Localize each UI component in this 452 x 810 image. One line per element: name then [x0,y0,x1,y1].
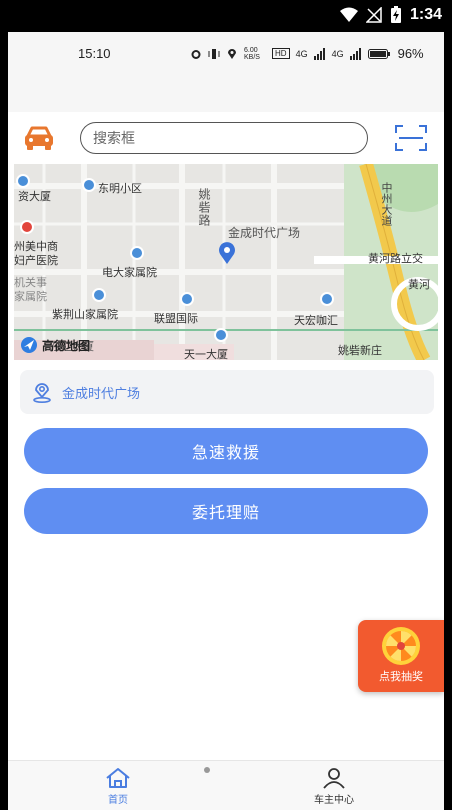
lottery-widget[interactable]: 点我抽奖 [358,620,444,692]
map-label-zidasha: 资大厦 [18,190,51,203]
car-icon[interactable] [22,124,56,152]
poi-dongming[interactable] [82,178,96,192]
map-label-dianda: 电大家属院 [102,266,157,279]
map-logo-text: 高德地图 [42,338,91,353]
current-location-name: 金成时代广场 [62,386,141,402]
vibrate-icon [208,48,220,59]
map-label-huanghe-road: 黄河路立交 [368,252,423,265]
signal-bars-icon-2 [349,47,361,60]
inner-status-time: 15:10 [78,46,111,61]
signal-4g-1: 4G [295,48,308,59]
battery-charging-icon [390,6,401,23]
map-label-huanghe: 黄河 [408,278,430,291]
map-label-tianyi: 天一大厦 [184,348,228,360]
current-location-card[interactable]: 金成时代广场 [20,370,434,414]
nav-home[interactable]: 首页 [78,767,158,806]
signal-4g-2: 4G [331,48,344,59]
map-label-tianhong: 天宏咖汇 [294,314,338,327]
nav-indicator-dot [204,767,210,773]
bottom-nav: 首页 车主中心 [8,760,444,810]
system-status-bar: 1:34 [0,0,452,32]
map-label-jincheng: 金成时代广场 [228,226,301,240]
location-icon [228,48,236,59]
inner-status-icons: 6.00 KB/S HD 4G 4G 96% [190,46,424,61]
map-label-yaoxiang: 姚砦路 [197,188,211,227]
amap-logo-icon [21,337,37,353]
app-screen: 15:10 6.00 KB/S HD 4G 4G 96% 搜索框 东明小区 资大… [8,32,444,810]
map-label-lianmeng: 联盟国际 [154,312,198,325]
poi-tianyi[interactable] [214,328,228,342]
no-signal-icon [365,7,382,23]
nav-owner-center[interactable]: 车主中心 [294,767,374,806]
battery-icon [367,48,390,59]
rescue-button[interactable]: 急速救援 [24,428,428,474]
user-icon [323,768,345,789]
system-time: 1:34 [409,6,442,23]
map-label-fuchan: 妇产医院 [14,254,58,267]
nav-home-label: 首页 [108,795,128,806]
home-icon [106,768,130,788]
map-label-yaozhai: 姚砦新庄 [338,344,382,357]
lottery-wheel-icon [382,627,420,665]
search-input[interactable] [80,122,368,154]
poi-dianda[interactable] [130,246,144,260]
lottery-label: 点我抽奖 [379,670,423,683]
map-label-zijingshan: 紫荆山家属院 [52,308,118,321]
location-marker-icon [33,383,51,403]
network-speed: 6.00 KB/S [244,46,260,61]
claim-button[interactable]: 委托理赔 [24,488,428,534]
alarm-icon [191,49,201,59]
map-label-jiashu: 家属院 [14,290,47,303]
poi-tianhong[interactable] [320,292,334,306]
top-bar [8,112,444,164]
map-label-zhongzhou: 中州大道 [380,182,393,226]
poi-hospital[interactable] [20,220,34,234]
hd-badge: HD [272,48,290,59]
battery-percent: 96% [397,46,424,61]
location-pin-icon[interactable] [218,242,236,264]
map-view[interactable]: 东明小区 资大厦 姚砦路 金成时代广场 中州大道 黄河路立交 黄河 州美中商 妇… [14,164,438,360]
poi-zijingshan[interactable] [92,288,106,302]
wifi-icon [339,7,358,22]
poi-zidasha[interactable] [16,174,30,188]
poi-lianmeng[interactable] [180,292,194,306]
system-status-icons: 1:34 [339,6,442,24]
scan-icon[interactable] [394,124,428,152]
signal-bars-icon [313,47,325,60]
map-label-dongming: 东明小区 [98,182,142,195]
nav-owner-label: 车主中心 [314,795,354,806]
inner-status-bar: 15:10 6.00 KB/S HD 4G 4G 96% [8,32,444,112]
map-logo: 高德地图 [20,336,90,354]
